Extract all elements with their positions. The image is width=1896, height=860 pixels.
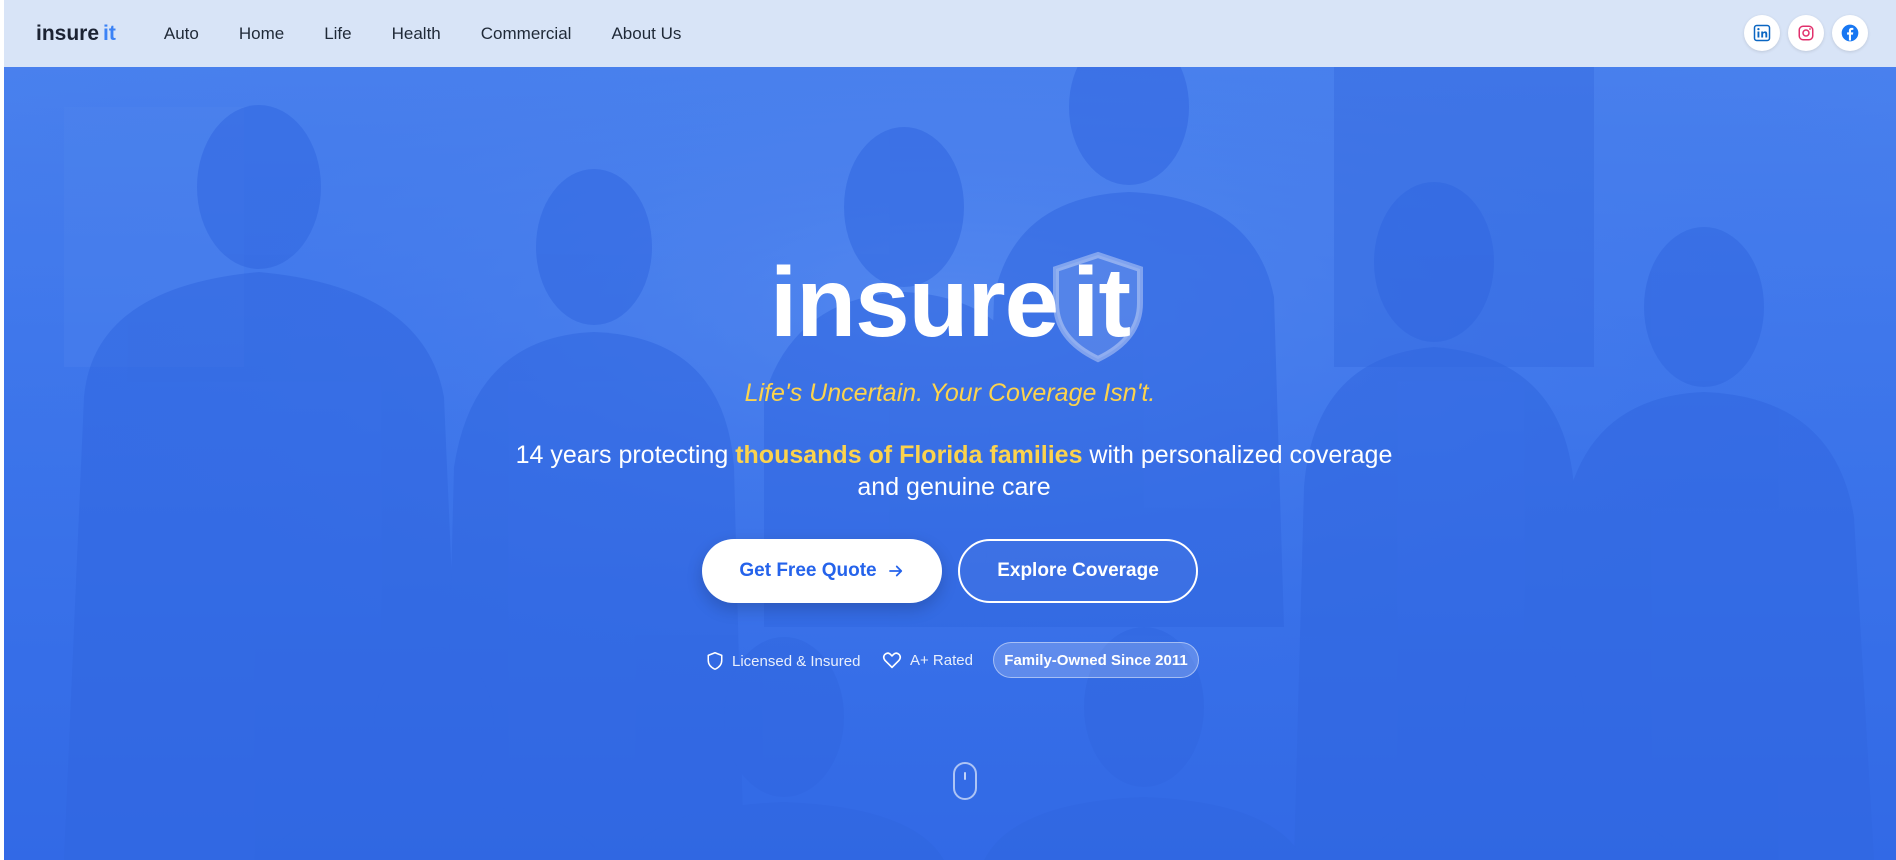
instagram-link[interactable] xyxy=(1788,15,1824,51)
social-links xyxy=(1744,15,1868,51)
hero-tagline: Life's Uncertain. Your Coverage Isn't. xyxy=(744,379,1156,407)
nav-item-life[interactable]: Life xyxy=(324,24,351,44)
explore-coverage-label: Explore Coverage xyxy=(997,560,1159,581)
arrow-right-icon xyxy=(888,565,902,577)
brand-accent: it xyxy=(103,21,116,45)
nav-item-commercial[interactable]: Commercial xyxy=(481,24,572,44)
hero-content: insure it Life's Uncertain. Your Coverage… xyxy=(4,67,1896,860)
nav-item-home[interactable]: Home xyxy=(239,24,284,44)
hero-logo-main: insure xyxy=(770,247,1059,357)
instagram-icon xyxy=(1798,25,1814,41)
hero-subheadline: 14 years protecting thousands of Florida… xyxy=(494,439,1414,503)
shield-icon xyxy=(707,652,723,670)
nav-item-health[interactable]: Health xyxy=(392,24,441,44)
badge-licensed-label: Licensed & Insured xyxy=(732,652,861,670)
get-free-quote-label: Get Free Quote xyxy=(739,560,877,581)
hero-section: insure it Life's Uncertain. Your Coverage… xyxy=(4,67,1896,860)
linkedin-link[interactable] xyxy=(1744,15,1780,51)
badge-licensed: Licensed & Insured xyxy=(706,651,860,671)
hero-logo: insure it xyxy=(4,253,1896,351)
trust-badges: Licensed & Insured A+ Rated xyxy=(4,642,1896,678)
facebook-link[interactable] xyxy=(1832,15,1868,51)
page: insure it Auto Home Life Health Commerci… xyxy=(4,0,1896,860)
family-owned-pill: Family-Owned Since 2011 xyxy=(993,642,1199,678)
scroll-wheel xyxy=(964,772,966,780)
nav-item-about-us[interactable]: About Us xyxy=(611,24,681,44)
badge-rated: A+ Rated xyxy=(882,651,973,669)
brand-name: insure xyxy=(36,21,100,45)
heart-icon xyxy=(882,652,902,669)
linkedin-icon xyxy=(1753,24,1771,42)
scroll-mouse-icon[interactable] xyxy=(953,762,977,800)
nav-item-auto[interactable]: Auto xyxy=(164,24,199,44)
brand-logo[interactable]: insure it xyxy=(36,22,116,46)
subhead-text-start: 14 years protecting xyxy=(515,441,736,469)
facebook-icon xyxy=(1841,24,1859,42)
get-free-quote-button[interactable]: Get Free Quote xyxy=(702,539,942,603)
top-navbar: insure it Auto Home Life Health Commerci… xyxy=(4,0,1896,67)
main-nav: Auto Home Life Health Commercial About U… xyxy=(164,24,722,44)
hero-logo-accent: it xyxy=(1072,247,1131,357)
badge-rated-label: A+ Rated xyxy=(910,651,973,669)
explore-coverage-button[interactable]: Explore Coverage xyxy=(958,539,1198,603)
subhead-highlight: thousands of Florida families xyxy=(735,441,1083,469)
